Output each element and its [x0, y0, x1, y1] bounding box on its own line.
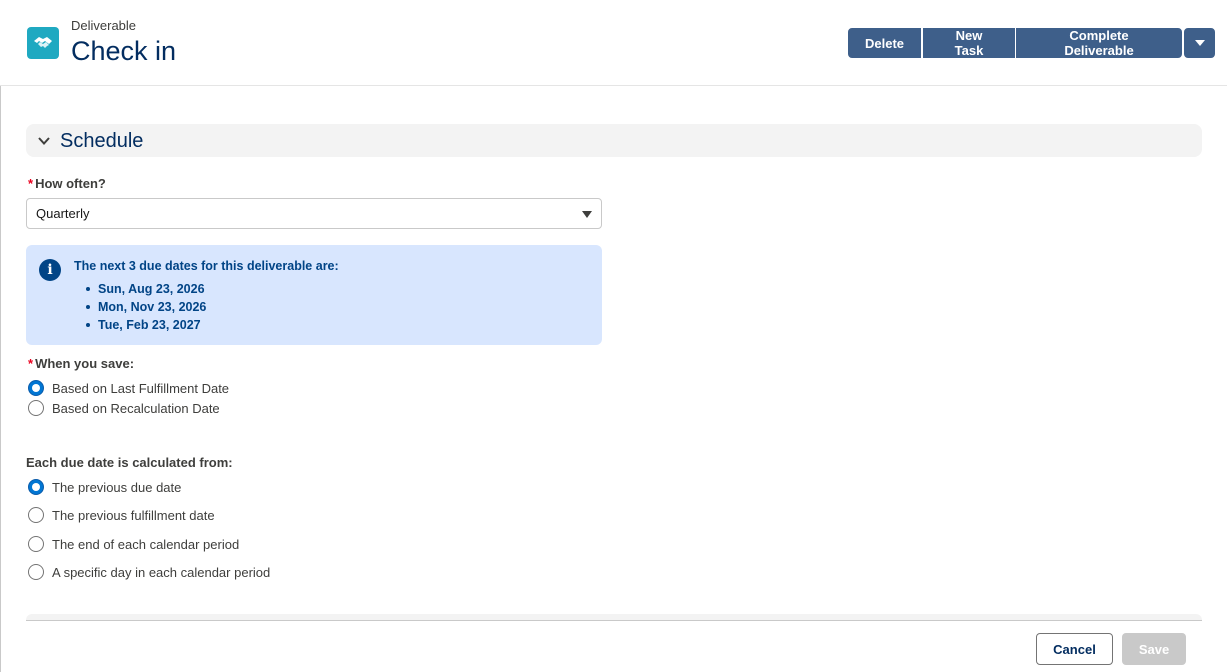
delete-button[interactable]: Delete: [848, 28, 921, 58]
radio-label: Based on Recalculation Date: [52, 400, 220, 416]
radio-label: The previous due date: [52, 479, 182, 495]
radio-button[interactable]: [28, 564, 44, 580]
new-task-button[interactable]: New Task: [923, 28, 1015, 58]
when-you-save-label-text: When you save:: [35, 356, 135, 371]
radio-button[interactable]: [28, 400, 44, 416]
radio-previous-due-date[interactable]: The previous due date: [28, 478, 181, 496]
radio-button-selected[interactable]: [28, 479, 44, 495]
required-marker: *: [28, 356, 34, 371]
required-marker: *: [28, 176, 34, 191]
object-type-label: Deliverable: [71, 18, 137, 33]
schedule-section-header[interactable]: Schedule: [26, 124, 1202, 157]
page-title: Check in: [71, 36, 177, 66]
how-often-label-text: How often?: [35, 176, 106, 191]
radio-button[interactable]: [28, 507, 44, 523]
due-date-item: Tue, Feb 23, 2027: [86, 316, 206, 334]
chevron-down-icon: [38, 137, 50, 145]
handshake-icon: [27, 27, 59, 59]
how-often-select[interactable]: Quarterly: [26, 198, 602, 229]
cancel-button[interactable]: Cancel: [1036, 633, 1113, 665]
calculated-from-label: Each due date is calculated from:: [26, 455, 233, 470]
more-actions-button[interactable]: [1184, 28, 1215, 58]
radio-label: Based on Last Fulfillment Date: [52, 380, 230, 396]
record-header: Deliverable Check in Delete New Task Com…: [0, 0, 1227, 86]
how-often-label: * How often?: [28, 176, 106, 191]
due-dates-list: Sun, Aug 23, 2026 Mon, Nov 23, 2026 Tue,…: [86, 280, 206, 334]
save-button[interactable]: Save: [1122, 633, 1186, 665]
radio-label: The previous fulfillment date: [52, 507, 215, 523]
chevron-down-icon: [1194, 40, 1205, 46]
info-icon: i: [39, 259, 61, 281]
radio-button[interactable]: [28, 536, 44, 552]
due-date-item: Mon, Nov 23, 2026: [86, 298, 206, 316]
due-dates-info-box: i The next 3 due dates for this delivera…: [26, 245, 602, 345]
due-date-item: Sun, Aug 23, 2026: [86, 280, 206, 298]
when-you-save-label: * When you save:: [28, 356, 134, 371]
radio-label: The end of each calendar period: [52, 536, 240, 552]
caret-down-icon: [582, 211, 592, 218]
radio-end-of-calendar-period[interactable]: The end of each calendar period: [28, 535, 239, 553]
radio-recalculation-date[interactable]: Based on Recalculation Date: [28, 399, 220, 417]
radio-last-fulfillment-date[interactable]: Based on Last Fulfillment Date: [28, 379, 229, 397]
how-often-value: Quarterly: [36, 206, 90, 221]
section-title: Schedule: [60, 130, 144, 152]
radio-previous-fulfillment-date[interactable]: The previous fulfillment date: [28, 506, 215, 524]
complete-deliverable-button[interactable]: Complete Deliverable: [1016, 28, 1182, 58]
radio-label: A specific day in each calendar period: [52, 564, 271, 580]
edit-footer: [26, 620, 1202, 672]
radio-button-selected[interactable]: [28, 380, 44, 396]
radio-specific-day-in-period[interactable]: A specific day in each calendar period: [28, 563, 270, 581]
info-heading: The next 3 due dates for this deliverabl…: [74, 259, 339, 273]
